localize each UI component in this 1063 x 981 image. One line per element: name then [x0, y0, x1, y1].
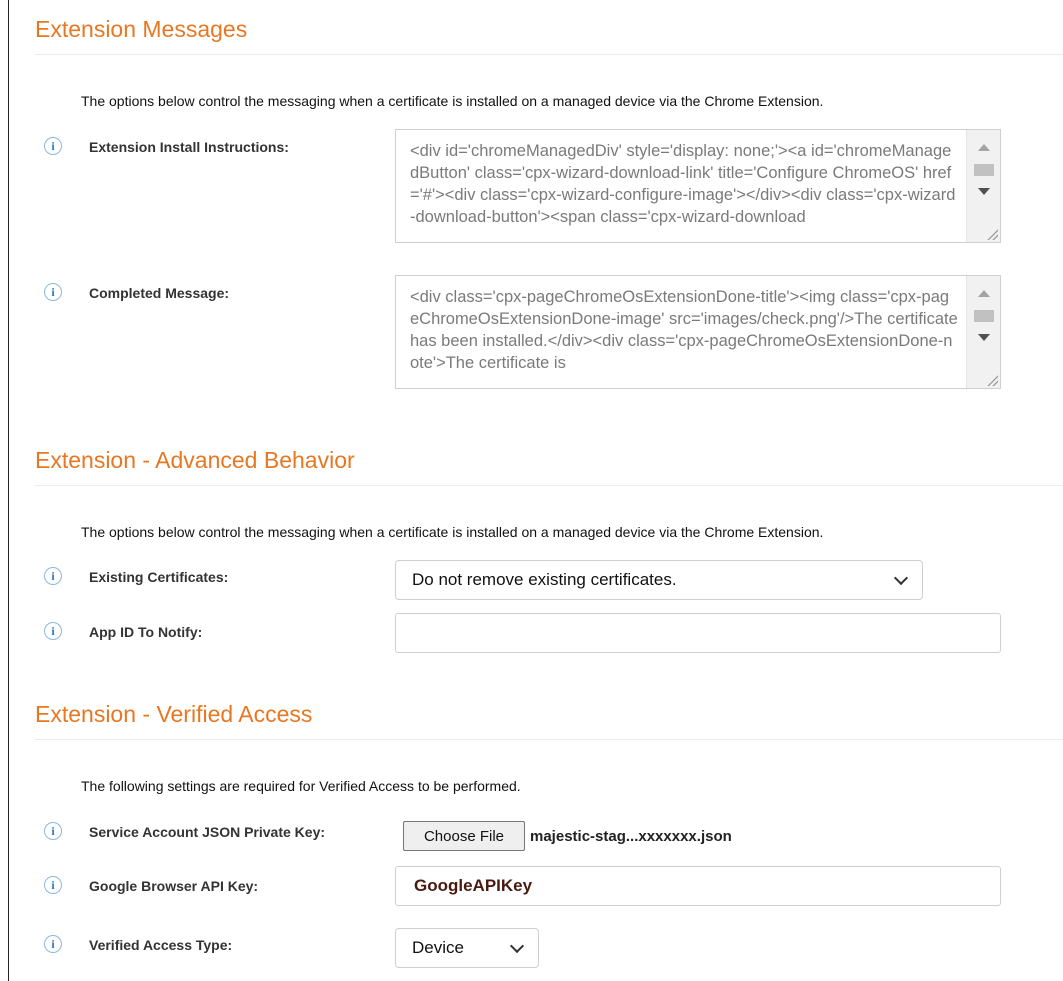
textarea-scrollbar[interactable] [966, 276, 1000, 388]
install-instructions-label: Extension Install Instructions: [89, 139, 289, 155]
install-instructions-textarea[interactable]: <div id='chromeManagedDiv' style='displa… [395, 129, 1001, 243]
section-description: The options below control the messaging … [81, 524, 824, 540]
scroll-down-arrow-icon[interactable] [978, 334, 990, 341]
api-key-label: Google Browser API Key: [89, 878, 259, 894]
section-divider [35, 485, 1063, 486]
section-title-advanced-behavior: Extension - Advanced Behavior [35, 447, 355, 473]
completed-message-label: Completed Message: [89, 285, 230, 301]
verified-access-type-label: Verified Access Type: [89, 937, 233, 953]
choose-file-button[interactable]: Choose File [403, 821, 525, 851]
info-icon[interactable]: i [44, 822, 62, 840]
completed-message-text: <div class='cpx-pageChromeOsExtensionDon… [410, 288, 958, 372]
existing-certificates-value: Do not remove existing certificates. [412, 570, 677, 589]
chevron-down-icon [509, 938, 525, 954]
info-icon[interactable]: i [44, 567, 62, 585]
install-instructions-text: <div id='chromeManagedDiv' style='displa… [410, 142, 956, 226]
info-icon[interactable]: i [44, 283, 62, 301]
scroll-thumb[interactable] [974, 310, 994, 322]
verified-access-type-value: Device [412, 938, 464, 957]
verified-access-type-select[interactable]: Device [395, 928, 539, 968]
section-divider [35, 54, 1063, 55]
private-key-label: Service Account JSON Private Key: [89, 824, 326, 840]
info-icon[interactable]: i [44, 876, 62, 894]
resize-grip-icon[interactable] [986, 374, 998, 386]
scroll-down-arrow-icon[interactable] [978, 188, 990, 195]
section-divider [35, 739, 1063, 740]
info-icon[interactable]: i [44, 137, 62, 155]
selected-file-name: majestic-stag...xxxxxxx.json [530, 828, 732, 845]
section-title-extension-messages: Extension Messages [35, 16, 248, 42]
textarea-scrollbar[interactable] [966, 130, 1000, 242]
existing-certificates-select[interactable]: Do not remove existing certificates. [395, 560, 923, 600]
settings-panel: Extension Messages The options below con… [8, 0, 1063, 981]
info-icon[interactable]: i [44, 622, 62, 640]
api-key-input[interactable]: GoogleAPIKey [395, 866, 1001, 906]
chevron-down-icon [893, 570, 909, 586]
section-description: The options below control the messaging … [81, 93, 824, 109]
scroll-up-arrow-icon[interactable] [978, 290, 990, 297]
existing-certificates-label: Existing Certificates: [89, 569, 229, 585]
scroll-up-arrow-icon[interactable] [978, 144, 990, 151]
section-description: The following settings are required for … [81, 778, 521, 794]
info-icon[interactable]: i [44, 935, 62, 953]
scroll-thumb[interactable] [974, 164, 994, 176]
completed-message-textarea[interactable]: <div class='cpx-pageChromeOsExtensionDon… [395, 275, 1001, 389]
section-title-verified-access: Extension - Verified Access [35, 701, 313, 727]
resize-grip-icon[interactable] [986, 228, 998, 240]
app-id-input[interactable] [395, 613, 1001, 653]
app-id-label: App ID To Notify: [89, 624, 203, 640]
